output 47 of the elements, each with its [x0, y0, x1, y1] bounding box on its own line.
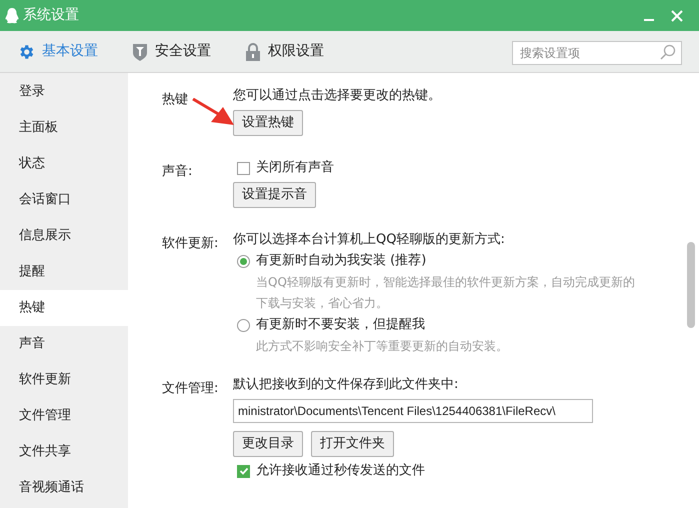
tab[interactable]: 基本设置 [17, 41, 98, 62]
sidebar-item[interactable]: 热键 [0, 290, 128, 326]
sidebar-item[interactable]: 主面板 [0, 110, 128, 146]
option-description: 当QQ轻聊版有更新时，智能选择最佳的软件更新方案，自动完成更新的下载与安装，省心省力。 [256, 274, 636, 312]
search-icon [660, 44, 676, 60]
tab[interactable]: 权限设置 [245, 41, 324, 62]
section-label: 文件管理: [162, 380, 218, 398]
shield-icon [132, 42, 148, 60]
radio-button[interactable] [237, 318, 250, 332]
checkbox-label: 允许接收通过秒传发送的文件 [256, 462, 425, 480]
checkmark-icon [238, 466, 248, 476]
checkbox-label: 关闭所有声音 [256, 159, 334, 178]
sidebar-item[interactable]: 信息展示 [0, 218, 128, 254]
action-button[interactable]: 设置热键 [233, 110, 303, 136]
search-field[interactable]: 搜索设置项 [512, 40, 682, 64]
radio-label: 有更新时不要安装，但提醒我 [256, 316, 425, 334]
window-title: 系统设置 [23, 6, 79, 25]
annotation-arrow [192, 98, 235, 126]
checkbox[interactable] [237, 464, 250, 478]
sidebar-item[interactable]: 文件管理 [0, 398, 128, 434]
tab[interactable]: 安全设置 [132, 41, 211, 62]
folder-path-field[interactable]: ministrator\Documents\Tencent Files\1254406381\FileRecv\ [233, 399, 593, 423]
sidebar-item[interactable]: 提醒 [0, 254, 128, 290]
description-text: 您可以通过点击选择要更改的热键。 [233, 87, 441, 105]
close-icon[interactable] [671, 10, 683, 22]
radio-button[interactable] [237, 254, 250, 268]
sidebar-item[interactable]: 状态 [0, 146, 128, 182]
action-button[interactable]: 打开文件夹 [311, 431, 394, 457]
section-label: 热键 [162, 91, 188, 109]
sidebar-item[interactable]: 会话窗口 [0, 182, 128, 218]
section-label: 软件更新: [162, 235, 218, 253]
description-text: 你可以选择本台计算机上QQ轻聊版的更新方式: [233, 231, 505, 249]
radio-label: 有更新时自动为我安装 (推荐) [256, 252, 426, 270]
penguin-icon [4, 6, 20, 24]
checkbox[interactable] [237, 162, 250, 174]
description-text: 默认把接收到的文件保存到此文件夹中: [233, 376, 458, 394]
option-description: 此方式不影响安全补丁等重要更新的自动安装。 [256, 338, 509, 355]
section-label: 声音: [162, 163, 192, 181]
sidebar-item[interactable]: 声音 [0, 326, 128, 362]
sidebar-item[interactable]: 文件共享 [0, 434, 128, 470]
sidebar-item[interactable]: 软件更新 [0, 362, 128, 398]
action-button[interactable]: 更改目录 [233, 431, 303, 457]
lock-icon [245, 42, 261, 60]
action-button[interactable]: 设置提示音 [233, 182, 316, 208]
sidebar-item[interactable]: 登录 [0, 74, 128, 110]
scrollbar-thumb[interactable] [687, 242, 695, 328]
sidebar-item[interactable]: 音视频通话 [0, 470, 128, 506]
